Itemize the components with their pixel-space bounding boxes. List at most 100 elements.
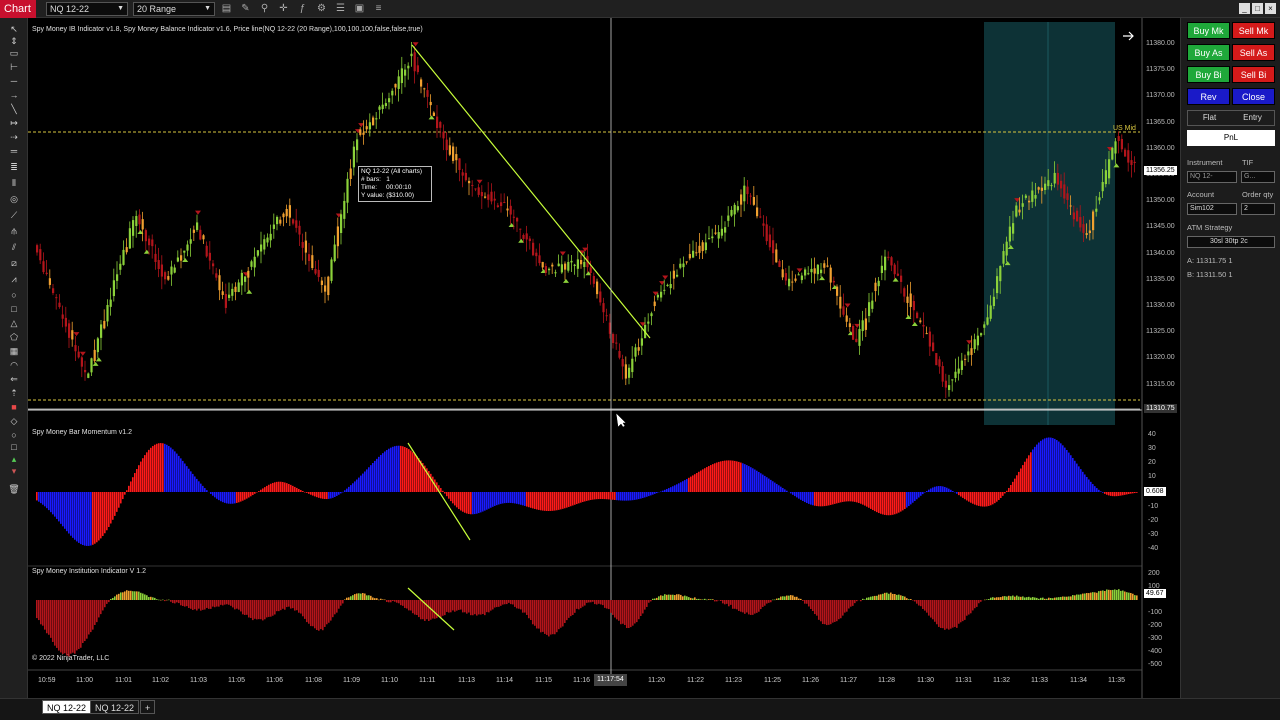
gann-fan-icon[interactable]: ⟋ (8, 210, 20, 220)
momentum-bar (540, 492, 542, 511)
candle-body (909, 293, 912, 307)
institution-bar (1096, 592, 1098, 600)
momentum-bar (240, 492, 242, 502)
institution-bar (1090, 592, 1092, 600)
chart-canvas[interactable] (28, 18, 1180, 698)
momentum-bar (722, 460, 724, 492)
maximize-icon[interactable]: □ (1252, 3, 1263, 14)
time-tick-label: 11:13 (458, 677, 475, 684)
institution-bar (146, 595, 148, 600)
horizontal-line-icon[interactable]: ═ (8, 146, 20, 156)
pencil-icon[interactable]: ✎ (239, 2, 252, 15)
momentum-bar (614, 492, 616, 500)
reverse-button[interactable]: Rev (1187, 88, 1230, 105)
institution-bar (878, 594, 880, 600)
time-tick-label: 11:30 (917, 677, 934, 684)
zoom-icon[interactable]: ⚲ (258, 2, 271, 15)
extended-line-icon[interactable]: ↦ (8, 118, 20, 128)
candle-body (605, 315, 608, 317)
arrow-up-icon[interactable]: ⇡ (8, 388, 20, 398)
trash-icon[interactable]: 🗑 (8, 484, 20, 494)
fib-circle-icon[interactable]: ◎ (8, 194, 20, 204)
candle-body (276, 216, 279, 225)
rectangle-icon[interactable]: □ (8, 304, 20, 314)
arc-icon[interactable]: ◠ (8, 360, 20, 370)
regression-channel-icon[interactable]: ⫽ (8, 242, 20, 252)
properties-icon[interactable]: ☰ (334, 2, 347, 15)
sell-ask-button[interactable]: Sell As (1232, 44, 1275, 61)
institution-bar (630, 600, 632, 628)
close-icon[interactable]: × (1265, 3, 1276, 14)
ruler-icon[interactable]: ⊢ (8, 62, 20, 72)
institution-bar (572, 600, 574, 615)
account-field[interactable]: Sim102 (1187, 203, 1237, 215)
momentum-bar (946, 487, 948, 492)
fib-time-icon[interactable]: ⦀ (8, 178, 20, 188)
screenshot-icon[interactable]: ▣ (353, 2, 366, 15)
minimize-icon[interactable]: _ (1239, 3, 1250, 14)
momentum-bar (1030, 452, 1032, 492)
ellipse-icon[interactable]: ○ (8, 290, 20, 300)
time-tick-label: 11:15 (535, 677, 552, 684)
chart-tab-1[interactable]: NQ 12-22 (42, 700, 92, 714)
tif-field[interactable]: G... (1241, 171, 1275, 183)
instrument-field[interactable]: NQ 12- (1187, 171, 1237, 183)
square-marker-icon[interactable]: ■ (8, 402, 20, 412)
buy-bid-button[interactable]: Buy Bi (1187, 66, 1230, 83)
arrow-line-icon[interactable]: ⇢ (8, 132, 20, 142)
down-arrow-icon[interactable]: ▾ (8, 466, 20, 476)
up-arrow-icon[interactable]: ▴ (8, 454, 20, 464)
institution-bar (80, 600, 82, 648)
candle-body (458, 158, 461, 171)
fibonacci-icon[interactable]: ≣ (8, 162, 20, 172)
sell-bid-button[interactable]: Sell Bi (1232, 66, 1275, 83)
pnl-display[interactable]: PnL (1187, 130, 1275, 146)
institution-bar (1124, 591, 1126, 600)
ray-icon[interactable]: → (8, 90, 20, 100)
momentum-bar (662, 490, 664, 492)
andrews-pitchfork-icon[interactable]: ⫛ (8, 226, 20, 236)
order-qty-field[interactable]: 2 (1241, 203, 1275, 215)
square-icon[interactable]: □ (8, 442, 20, 452)
institution-bar (214, 600, 216, 608)
chart-tab-2[interactable]: NQ 12-22 (90, 700, 140, 714)
momentum-bar (714, 463, 716, 492)
cursor-icon[interactable]: ↖ (8, 24, 20, 34)
momentum-bar (314, 492, 316, 497)
triangle-icon[interactable]: △ (8, 318, 20, 328)
dom-icon[interactable]: ≡ (372, 2, 385, 15)
trend-channel-icon[interactable]: ⧄ (8, 258, 20, 268)
arrow-left-icon[interactable]: ⇐ (8, 374, 20, 384)
candle-body (103, 320, 106, 329)
candle-body (500, 202, 503, 207)
close-position-button[interactable]: Close (1232, 88, 1275, 105)
text-icon[interactable]: ▦ (8, 346, 20, 356)
region-icon[interactable]: ▭ (8, 48, 20, 58)
atm-strategy-field[interactable]: 30sl 30tp 2c (1187, 236, 1275, 248)
strategies-icon[interactable]: ⚙ (315, 2, 328, 15)
trend-line-icon[interactable]: ╲ (8, 104, 20, 114)
add-tab-button[interactable]: + (140, 700, 156, 714)
candle-body (442, 131, 445, 139)
hand-icon[interactable]: ⇕ (8, 36, 20, 46)
buy-market-button[interactable]: Buy Mk (1187, 22, 1230, 39)
buy-ask-button[interactable]: Buy As (1187, 44, 1230, 61)
instrument-selector[interactable]: NQ 12-22 ▼ (46, 2, 128, 16)
indicators-icon[interactable]: ƒ (296, 2, 309, 15)
momentum-bar (1114, 492, 1116, 497)
line-icon[interactable]: ─ (8, 76, 20, 86)
institution-bar (952, 600, 954, 628)
diamond-icon[interactable]: ◇ (8, 416, 20, 426)
bar-chart-icon[interactable]: ▤ (220, 2, 233, 15)
bar-type-selector[interactable]: 20 Range ▼ (133, 2, 215, 16)
crosshair-icon[interactable]: ✛ (277, 2, 290, 15)
momentum-bar (760, 473, 762, 492)
chart-area[interactable]: Spy Money IB Indicator v1.8, Spy Money B… (28, 18, 1198, 712)
polygon-icon[interactable]: ⬠ (8, 332, 20, 342)
institution-bar (1054, 597, 1056, 600)
candle-body (256, 250, 259, 256)
path-icon[interactable]: ⩘ (8, 274, 20, 284)
dot-icon[interactable]: ○ (8, 430, 20, 440)
chart-window-tab[interactable]: Chart (0, 0, 36, 18)
sell-market-button[interactable]: Sell Mk (1232, 22, 1275, 39)
